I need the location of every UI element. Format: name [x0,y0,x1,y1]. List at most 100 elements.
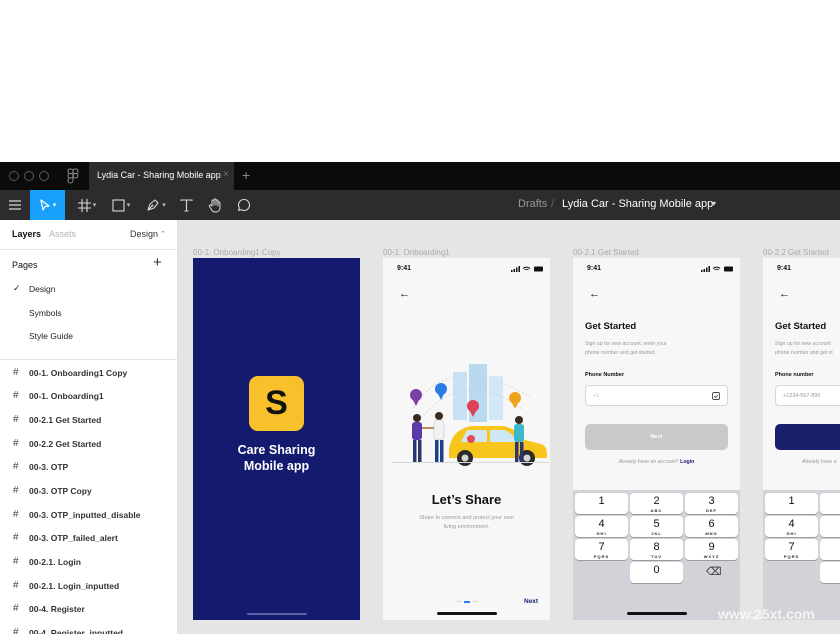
comment-tool-button[interactable] [235,190,253,220]
status-icons [511,266,543,272]
layer-item[interactable]: #00-3. OTP Copy [0,480,177,504]
next-link[interactable]: Next [524,598,538,605]
layer-item[interactable]: #00-4. Register_inputted [0,622,177,634]
get-started-title: Get Started [585,321,637,332]
layer-name: 00-3. OTP_inputted_disable [29,509,141,520]
page-item-design[interactable]: ✓ Design [0,278,177,302]
back-arrow-icon[interactable]: ← [589,288,600,300]
cursor-icon [40,198,50,211]
keypad-key[interactable]: 4 GHI [765,516,818,537]
get-started-2-frame[interactable]: 9:41 ← Get Started Sign up for new accou… [763,258,840,620]
layer-item[interactable]: #00-2.2 Get Started [0,433,177,457]
keypad-key[interactable]: 9 WXYZ [685,539,738,560]
pen-tool-button[interactable]: ▾ [143,190,169,220]
add-page-icon[interactable]: + [153,255,162,270]
hand-icon [208,198,221,212]
design-dropdown[interactable]: Design [130,229,158,239]
phone-input[interactable]: +1234-567-890 [775,385,840,406]
frame-label[interactable]: 00-2.1 Get Started [573,248,639,257]
frame-label[interactable]: 00-2.2 Get Started [763,248,829,257]
splash-frame[interactable]: S Care Sharing Mobile app [193,258,360,620]
car-sharing-illustration [391,364,549,466]
layer-name: 00-1. Onboarding1 Copy [29,367,128,378]
tab-layers[interactable]: Layers [12,229,41,239]
frame-icon: # [13,532,19,544]
backspace-icon[interactable]: ⌫ [706,565,722,578]
phone-input-placeholder: +1234-567-890 [783,393,821,399]
frame-tool-button[interactable]: ▾ [74,190,100,220]
comment-icon [237,198,251,212]
frame-label[interactable]: 00-1. Onboarding1 Copy [193,248,281,257]
layer-item[interactable]: #00-3. OTP [0,456,177,480]
move-tool-button[interactable]: ▾ [30,190,65,220]
chevron-down-icon[interactable]: ▾ [712,199,716,208]
keypad-key[interactable]: 1 [575,493,628,514]
keypad-key[interactable]: 6 MNO [685,516,738,537]
maximize-window-button[interactable] [39,171,49,181]
figma-logo-icon[interactable] [66,168,80,184]
keypad-key[interactable]: 4 GHI [575,516,628,537]
rectangle-icon [112,198,125,212]
onboarding-frame[interactable]: 9:41 ← Let’s Share Share to connect and … [383,258,550,620]
keypad-key[interactable]: 8 TUV [630,539,683,560]
shape-tool-button[interactable]: ▾ [108,190,134,220]
layer-item[interactable]: #00-1. Onboarding1 Copy [0,362,177,386]
layer-item[interactable]: #00-4. Register [0,598,177,622]
splash-title-line: Mobile app [243,459,310,473]
key-letters: MNO [705,531,718,536]
layer-item[interactable]: #00-2.1. Login_inputted [0,575,177,599]
chevron-up-icon[interactable]: ⌃ [160,230,166,238]
file-tab[interactable]: Lydia Car - Sharing Mobile app × [89,162,234,190]
minimize-window-button[interactable] [24,171,34,181]
panel-tabs: Layers Assets Design ⌃ [0,220,177,250]
close-window-button[interactable] [9,171,19,181]
keypad-key[interactable]: 5 JKL [630,516,683,537]
layer-name: 00-2.1 Get Started [29,414,102,425]
hand-tool-button[interactable] [205,190,225,220]
key-digit: 6 [708,518,715,530]
layer-item[interactable]: #00-2.1 Get Started [0,409,177,433]
main-menu-icon[interactable] [6,190,24,220]
keypad-key[interactable]: 3 DEF [685,493,738,514]
text-icon [179,198,193,212]
keypad-key[interactable] [820,493,840,514]
keypad-key[interactable]: 2 ABC [630,493,683,514]
key-digit: 8 [653,541,660,553]
breadcrumb-drafts[interactable]: Drafts [518,198,547,210]
left-panel: Layers Assets Design ⌃ Pages + ✓ Design … [0,220,178,634]
layer-item[interactable]: #00-1. Onboarding1 [0,385,177,409]
close-tab-icon[interactable]: × [223,169,229,180]
keypad-key[interactable] [820,516,840,537]
frame-icon: # [13,461,19,473]
breadcrumb-file-name[interactable]: Lydia Car - Sharing Mobile app [562,198,713,210]
contacts-icon[interactable] [712,392,720,400]
keypad-key[interactable]: 7 PQRS [765,539,818,560]
layer-name: 00-4. Register [29,604,85,615]
title-bar: Lydia Car - Sharing Mobile app × + [0,162,840,190]
divider [0,349,177,360]
login-prompt-text: Already have a [802,459,837,465]
keypad-key[interactable]: 7 PQRS [575,539,628,560]
add-tab-icon[interactable]: + [242,167,250,183]
frame-label[interactable]: 00-1. Onboarding1 [383,248,450,257]
get-started-frame[interactable]: 9:41 ← Get Started Sign up for new accou… [573,258,740,620]
text-tool-button[interactable] [177,190,195,220]
layer-item[interactable]: #00-3. OTP_inputted_disable [0,504,177,528]
keypad-key[interactable] [820,562,840,583]
frame-icon: # [13,366,19,378]
phone-input[interactable]: +1 [585,385,728,406]
keypad-key[interactable]: 1 [765,493,818,514]
frame-icon: # [13,556,19,567]
login-link[interactable]: Login [680,459,694,465]
tab-assets[interactable]: Assets [49,229,76,239]
next-button[interactable] [775,424,840,450]
back-arrow-icon[interactable]: ← [779,288,790,300]
back-arrow-icon[interactable]: ← [399,288,410,300]
next-button[interactable]: Next [585,424,728,450]
page-item-style-guide[interactable]: Style Guide [0,325,177,349]
keypad-key[interactable] [820,539,840,560]
keypad-key[interactable]: 0 [630,562,683,583]
layer-item[interactable]: #00-2.1. Login [0,551,177,575]
layer-item[interactable]: #00-3. OTP_failed_alert [0,527,177,551]
page-item-symbols[interactable]: Symbols [0,302,177,326]
